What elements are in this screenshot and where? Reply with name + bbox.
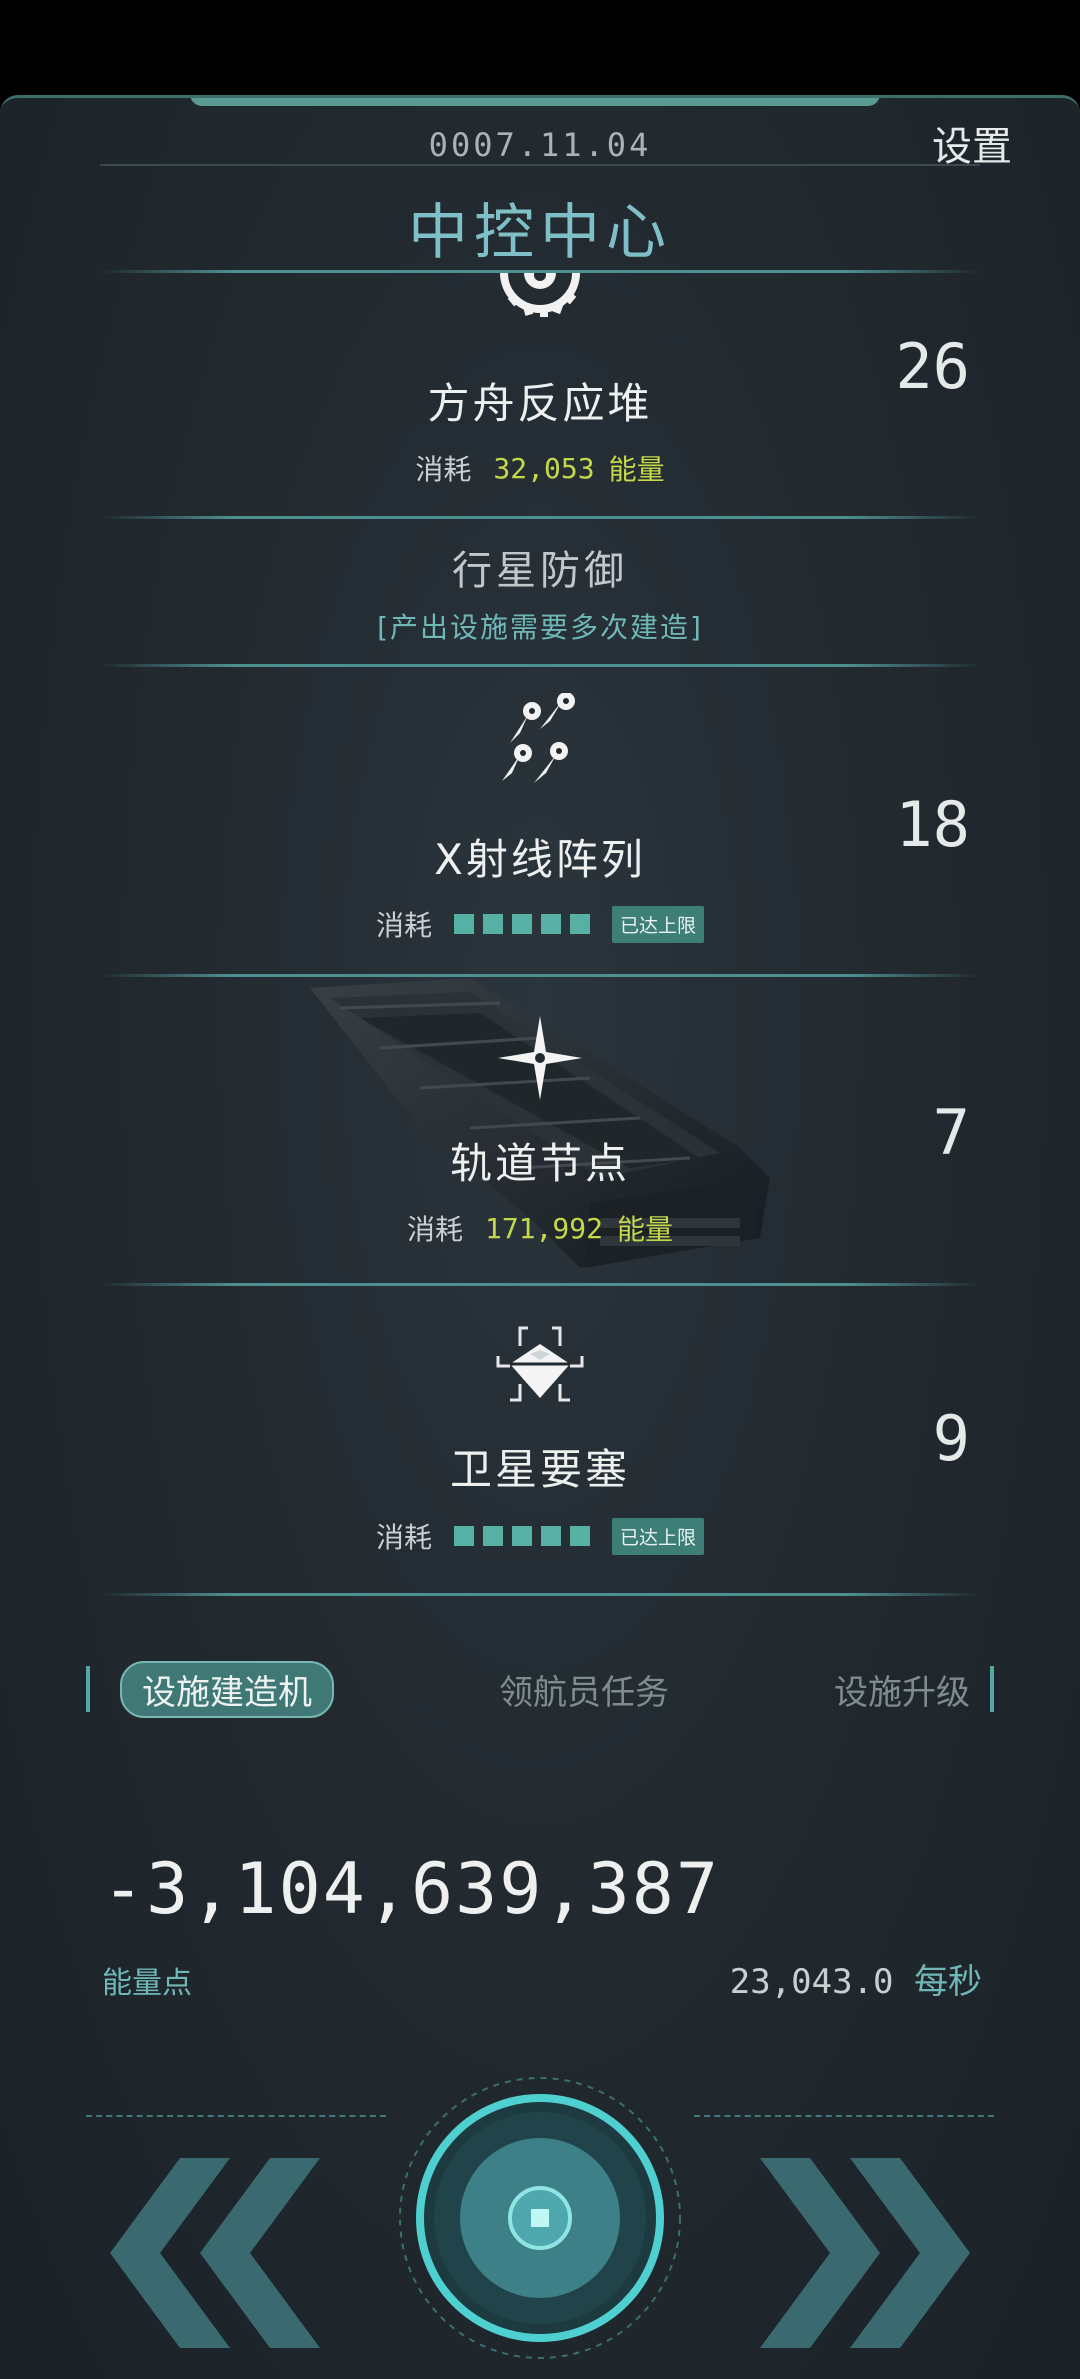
- energy-total: -3,104,639,387: [102, 1848, 721, 1930]
- page-title: 中控中心: [408, 198, 672, 268]
- energy-rate-value: 23,043.0: [729, 1962, 894, 2002]
- core-action-button[interactable]: [395, 2073, 685, 2363]
- stop-square-icon: [531, 2209, 549, 2227]
- level-pip: [541, 1526, 561, 1546]
- cost-row: 消耗 171,992 能量: [0, 1208, 1080, 1248]
- cost-label: 消耗: [375, 1521, 432, 1554]
- section-title: 行星防御: [452, 548, 628, 594]
- chevron-right-icon: [760, 2158, 970, 2348]
- cost-label: 消耗: [406, 1213, 463, 1246]
- gear-reactor-icon: [500, 273, 580, 317]
- facility-name: 轨道节点: [449, 1139, 630, 1188]
- maxed-badge: 已达上限: [612, 1517, 705, 1555]
- level-pips: [454, 1526, 590, 1546]
- divider: [100, 1283, 980, 1286]
- level-pip: [512, 914, 532, 934]
- divider: [100, 1593, 980, 1596]
- facility-name: 卫星要塞: [449, 1445, 630, 1494]
- tab-facility-upgrade[interactable]: 设施升级: [834, 1665, 970, 1714]
- level-pip: [483, 914, 503, 934]
- energy-rate-unit: 每秒: [914, 1962, 982, 2002]
- cost-row: 消耗 已达上限: [0, 904, 1080, 944]
- level-pip: [454, 914, 474, 934]
- energy-label: 能量点: [102, 1966, 192, 2001]
- level-pip: [570, 1526, 590, 1546]
- main-panel: 0007.11.04 设置 中控中心 方舟反应堆 26 消耗 32,053 能量…: [0, 95, 1080, 2379]
- tab-bar: 设施建造机 领航员任务 设施升级: [86, 1660, 994, 1718]
- cost-label: 消耗: [415, 453, 472, 486]
- level-pip: [483, 1526, 503, 1546]
- divider: [694, 2115, 994, 2117]
- facility-count: 9: [932, 1402, 970, 1475]
- tab-navigator-missions[interactable]: 领航员任务: [499, 1665, 669, 1714]
- previous-button[interactable]: [100, 2138, 330, 2368]
- energy-rate: 23,043.0 每秒: [730, 1954, 982, 2003]
- divider: [100, 974, 980, 977]
- tab-facility-builder[interactable]: 设施建造机: [120, 1660, 334, 1718]
- next-button[interactable]: [750, 2138, 980, 2368]
- facility-count: 18: [895, 788, 970, 861]
- chevron-left-icon: [110, 2158, 320, 2348]
- cost-unit: 能量: [608, 453, 665, 486]
- level-pip: [541, 914, 561, 934]
- cost-value: 32,053: [493, 451, 595, 485]
- cost-row: 消耗 已达上限: [0, 1516, 1080, 1556]
- cost-label: 消耗: [375, 909, 432, 942]
- section-note: [产出设施需要多次建造]: [377, 611, 703, 644]
- level-pip: [512, 1526, 532, 1546]
- facility-count: 26: [895, 330, 970, 403]
- star-node-icon: [498, 1016, 582, 1100]
- top-accent-bar: [190, 98, 880, 106]
- divider: [86, 2115, 386, 2117]
- divider: [100, 516, 980, 519]
- level-pip: [454, 1526, 474, 1546]
- satellite-fortress-icon: [496, 1326, 584, 1402]
- level-pips: [454, 914, 590, 934]
- maxed-badge: 已达上限: [612, 905, 705, 943]
- x-ray-array-icon: [502, 693, 575, 783]
- cost-value: 171,992: [484, 1211, 603, 1245]
- divider: [100, 664, 980, 667]
- facility-count: 7: [932, 1096, 970, 1169]
- cost-row: 消耗 32,053 能量: [0, 448, 1080, 488]
- cost-unit: 能量: [617, 1213, 674, 1246]
- game-date: 0007.11.04: [428, 126, 652, 164]
- level-pip: [570, 914, 590, 934]
- divider: [100, 164, 980, 166]
